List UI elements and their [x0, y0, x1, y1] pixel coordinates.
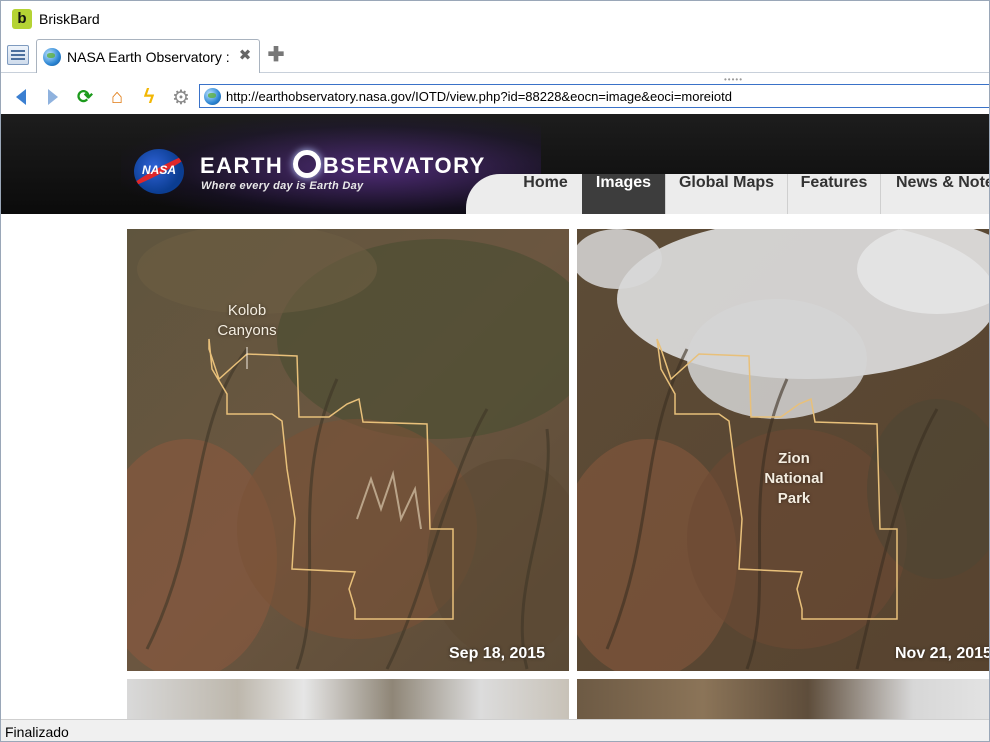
satellite-image-3[interactable]: [127, 679, 569, 719]
tab-bar: NASA Earth Observatory : ✖ ✚: [1, 37, 989, 73]
map-label-line: Canyons: [217, 322, 277, 339]
map-label-line: Park: [777, 490, 811, 507]
back-icon[interactable]: [10, 86, 32, 108]
site-globe-icon: [204, 87, 221, 105]
app-icon: b: [12, 9, 32, 29]
nasa-logo-text: NASA: [141, 163, 176, 177]
satellite-image-4[interactable]: [577, 679, 989, 719]
site-header: NASA EARTH BSERVATORY Where every day is…: [1, 114, 989, 214]
nav-global-maps[interactable]: Global Maps: [665, 174, 787, 214]
page-left-margin: [1, 214, 127, 719]
nav-images[interactable]: Images: [582, 174, 665, 214]
home-icon[interactable]: ⌂: [106, 86, 128, 108]
observatory-o-icon: [292, 150, 321, 178]
satellite-image-1-art: [127, 229, 569, 671]
map-label-line: Kolob: [227, 302, 267, 319]
globe-icon: [43, 47, 61, 66]
lightning-icon[interactable]: ϟ: [138, 86, 160, 108]
refresh-icon[interactable]: ⟳: [74, 86, 96, 108]
map-label-line: Zion: [778, 450, 810, 467]
url-text[interactable]: http://earthobservatory.nasa.gov/IOTD/vi…: [226, 89, 732, 104]
nav-home[interactable]: Home: [509, 174, 582, 214]
image-date: Sep 18, 2015: [449, 645, 546, 662]
navigation-toolbar: ⟳ ⌂ ϟ ⚙ http://earthobservatory.nasa.gov…: [1, 81, 989, 114]
status-bar: Finalizado: [1, 719, 989, 741]
title-bar: b BriskBard: [1, 1, 989, 37]
tab-title: NASA Earth Observatory :: [67, 48, 230, 65]
tab-nasa-earth-observatory[interactable]: NASA Earth Observatory : ✖: [36, 39, 260, 73]
site-title[interactable]: EARTH BSERVATORY: [200, 150, 486, 179]
site-tagline: Where every day is Earth Day: [201, 180, 364, 192]
nasa-logo[interactable]: NASA: [134, 149, 184, 194]
satellite-image-nov-2015[interactable]: Zion National Park Nov 21, 2015: [577, 229, 990, 671]
close-tab-icon[interactable]: ✖: [237, 48, 253, 64]
map-label-kolob-canyons: Kolob Canyons: [207, 301, 287, 341]
map-label-zion-national-park: Zion National Park: [749, 449, 839, 509]
page-viewport: NASA EARTH BSERVATORY Where every day is…: [1, 114, 990, 719]
map-label-line: National: [764, 470, 824, 487]
forward-icon[interactable]: [42, 86, 64, 108]
satellite-image-sep-2015[interactable]: Kolob Canyons Sep 18, 2015: [127, 229, 569, 671]
image-date: Nov 21, 2015: [895, 645, 990, 662]
nav-features[interactable]: Features: [787, 174, 880, 214]
nav-news-notes[interactable]: News & Notes: [880, 174, 989, 214]
window-title: BriskBard: [39, 11, 100, 27]
status-text: Finalizado: [5, 724, 69, 740]
tab-list-icon[interactable]: [7, 45, 29, 65]
new-tab-icon[interactable]: ✚: [267, 45, 285, 65]
site-title-post: BSERVATORY: [322, 153, 486, 178]
settings-icon[interactable]: ⚙: [170, 86, 192, 109]
address-bar[interactable]: http://earthobservatory.nasa.gov/IOTD/vi…: [199, 84, 989, 108]
site-title-pre: EARTH: [200, 153, 291, 178]
browser-window: b BriskBard NASA Earth Observatory : ✖ ✚…: [0, 0, 990, 742]
